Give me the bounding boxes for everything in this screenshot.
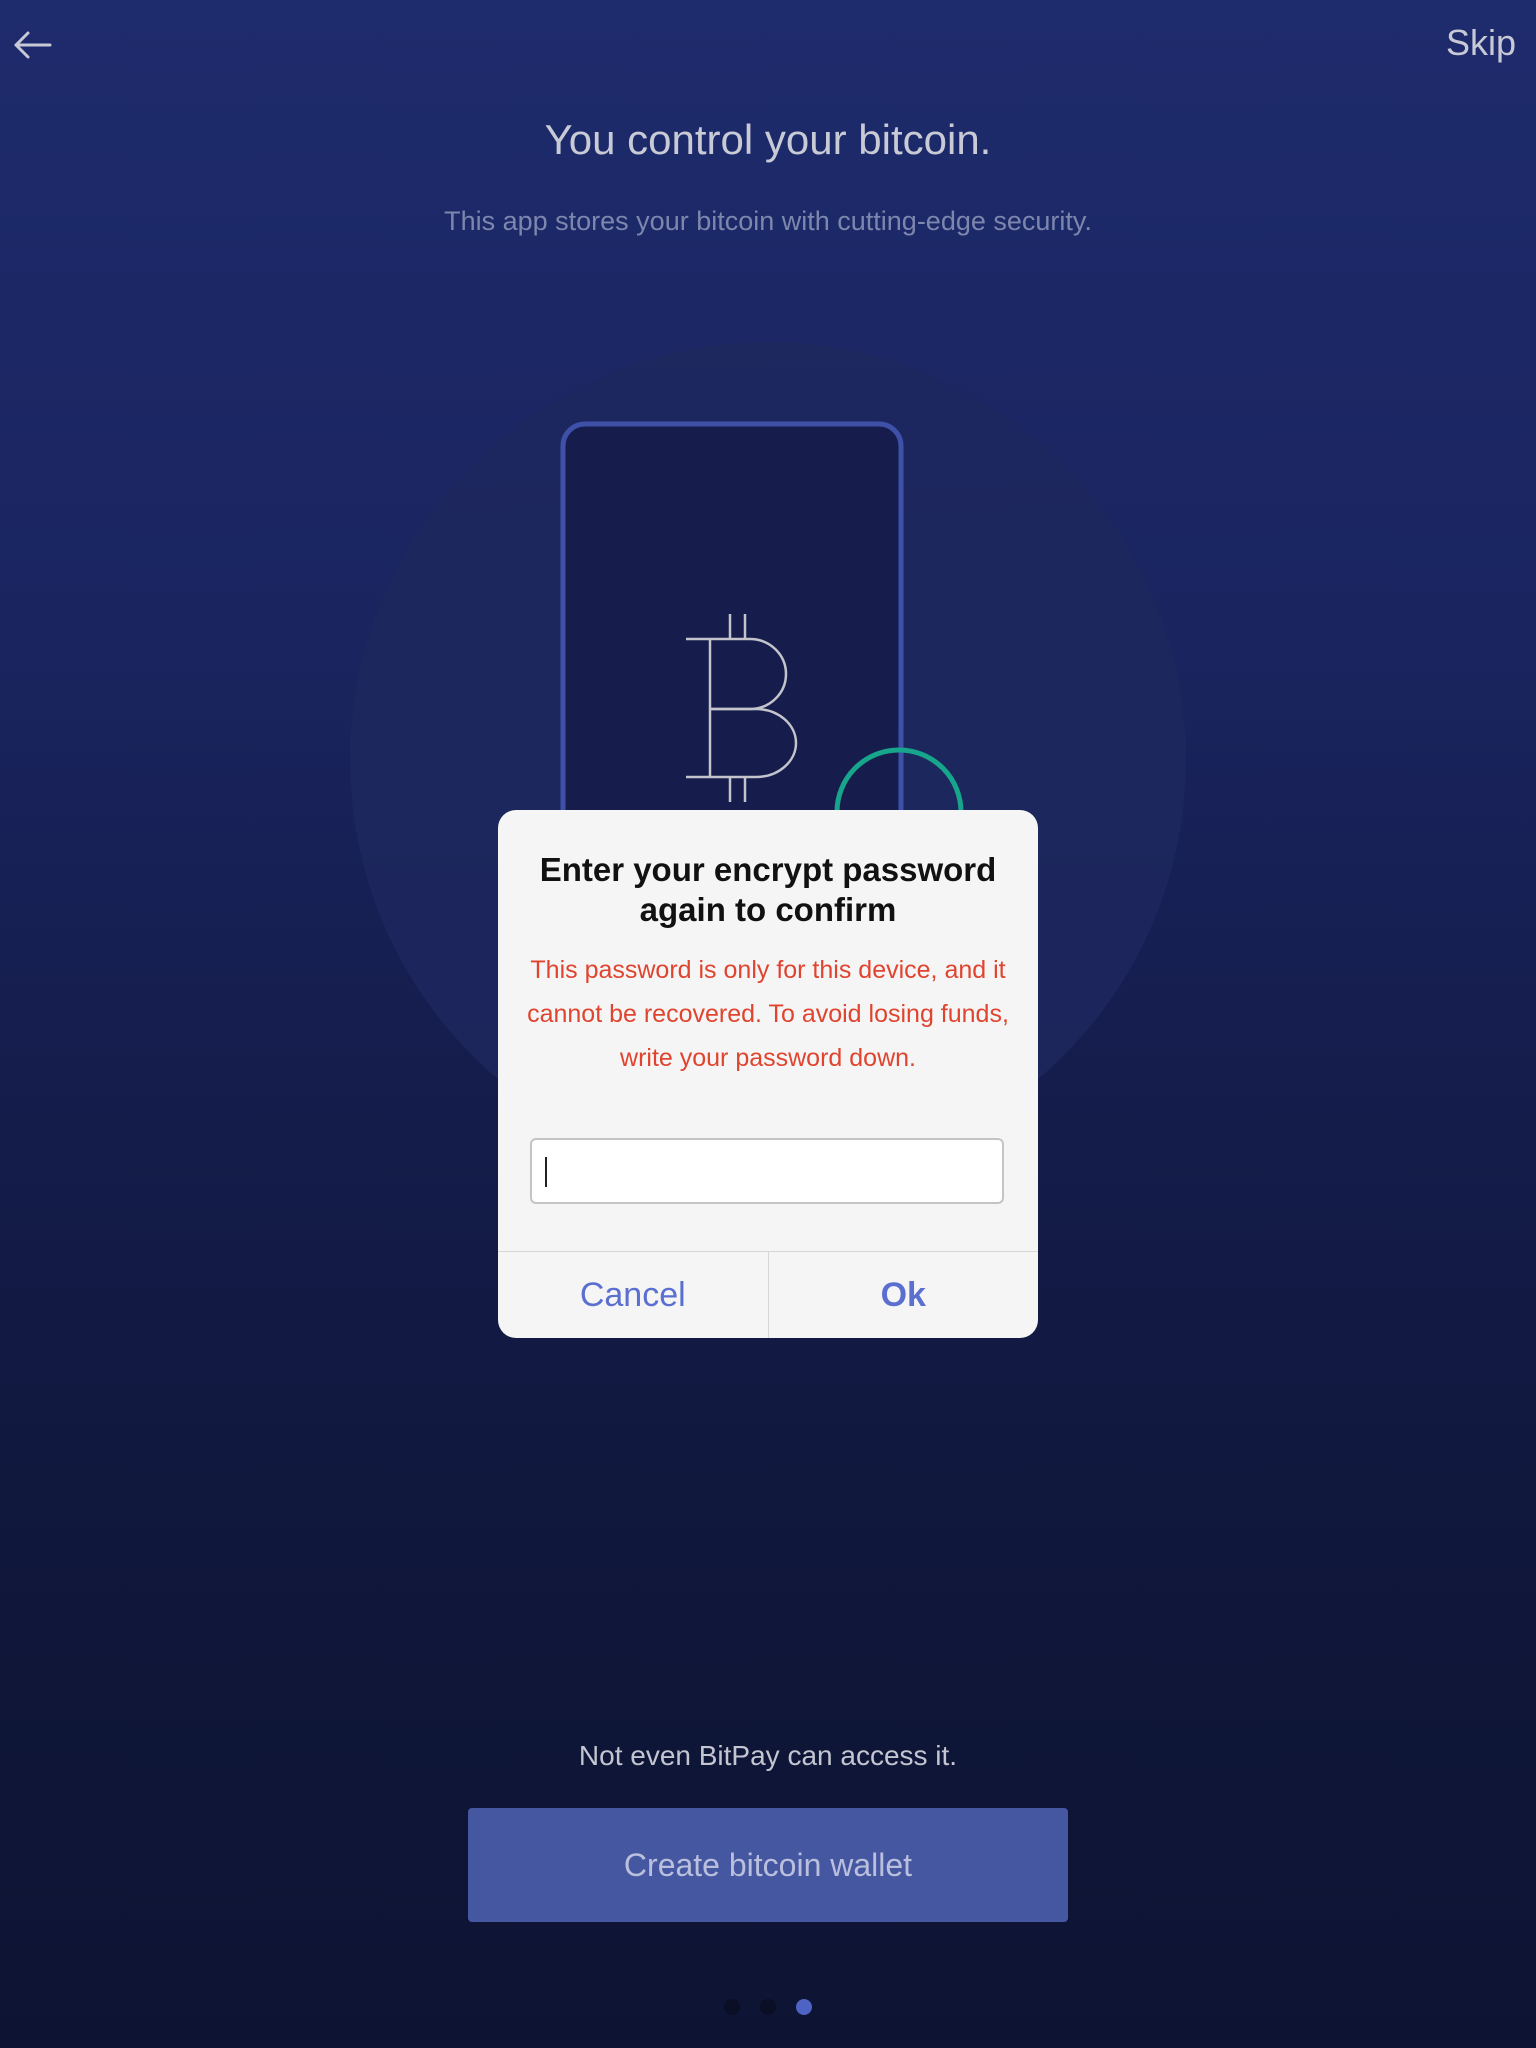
dialog-actions: Cancel Ok: [498, 1251, 1038, 1338]
ok-button[interactable]: Ok: [769, 1252, 1039, 1338]
cancel-button[interactable]: Cancel: [498, 1252, 769, 1338]
dialog-warning-message: This password is only for this device, a…: [527, 956, 1009, 1072]
modal-overlay: Enter your encrypt password again to con…: [0, 0, 1536, 2048]
confirm-password-dialog: Enter your encrypt password again to con…: [498, 810, 1038, 1338]
text-caret: [545, 1157, 547, 1187]
password-input[interactable]: [530, 1138, 1004, 1204]
dialog-title: Enter your encrypt password again to con…: [539, 851, 997, 928]
